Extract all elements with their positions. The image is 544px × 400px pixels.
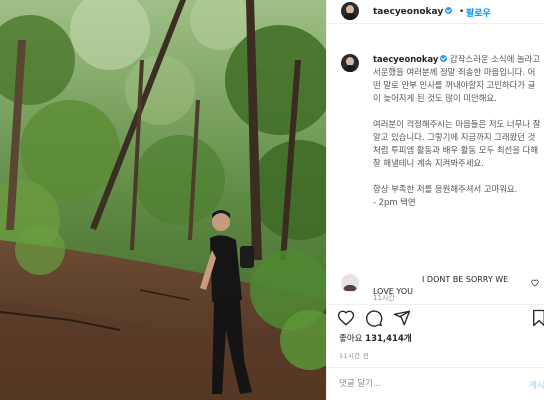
caption-verified-badge-icon — [440, 55, 448, 62]
bookmark-icon[interactable] — [530, 309, 544, 327]
comment-item: I DONT BE SORRY WE LOVE YOU — [327, 270, 544, 300]
comment-icon[interactable] — [365, 309, 383, 327]
header-username[interactable]: taecyeonokay — [373, 7, 453, 17]
likes-count[interactable]: 좋아요 131,414개 — [339, 332, 412, 344]
caption-text: taecyeonokay 갑작스러운 소식에 놀라고 서운했을 여러분께 정말 … — [373, 53, 541, 209]
likes-prefix: 좋아요 — [339, 334, 363, 344]
caption-paragraph-2: 여러분이 걱정해주시는 마음들은 저도 너무나 잘 알고 있습니다. 그렇기에 … — [373, 119, 541, 168]
heart-icon[interactable] — [337, 309, 355, 327]
caption-signature: - 2pm 택연 — [373, 197, 416, 207]
comment-text-line-2: LOVE YOU — [373, 287, 413, 296]
comment-input[interactable] — [339, 377, 509, 391]
verified-badge-icon — [445, 7, 453, 14]
post-date[interactable]: 11시간 전 — [339, 350, 369, 360]
caption-username-text[interactable]: taecyeonokay — [373, 54, 438, 64]
caption-avatar[interactable] — [341, 54, 359, 72]
follow-button[interactable]: 팔로우 — [466, 6, 491, 19]
comment-text-line-1: I DONT BE SORRY WE — [422, 275, 509, 284]
share-icon[interactable] — [393, 309, 411, 327]
caption-username[interactable]: taecyeonokay — [373, 54, 448, 64]
post-comment-button[interactable]: 게시 — [529, 379, 544, 391]
post-photo[interactable] — [0, 0, 326, 400]
likes-number: 131,414개 — [365, 334, 412, 344]
post-detail-panel: taecyeonokay • 팔로우 taecyeonokay 갑작스러운 소식… — [326, 0, 544, 400]
header-separator: • — [459, 7, 465, 17]
header-avatar[interactable] — [341, 2, 359, 20]
comment-avatar[interactable] — [341, 274, 359, 292]
post-header: taecyeonokay • 팔로우 — [327, 0, 544, 24]
comment-like-heart-icon[interactable] — [531, 279, 539, 287]
forest-photo-image — [0, 0, 326, 400]
header-username-text[interactable]: taecyeonokay — [373, 7, 443, 17]
add-comment-bar: 게시 — [327, 367, 544, 400]
caption-paragraph-3: 항상 부족한 저를 응원해주셔서 고마워요. — [373, 184, 518, 194]
